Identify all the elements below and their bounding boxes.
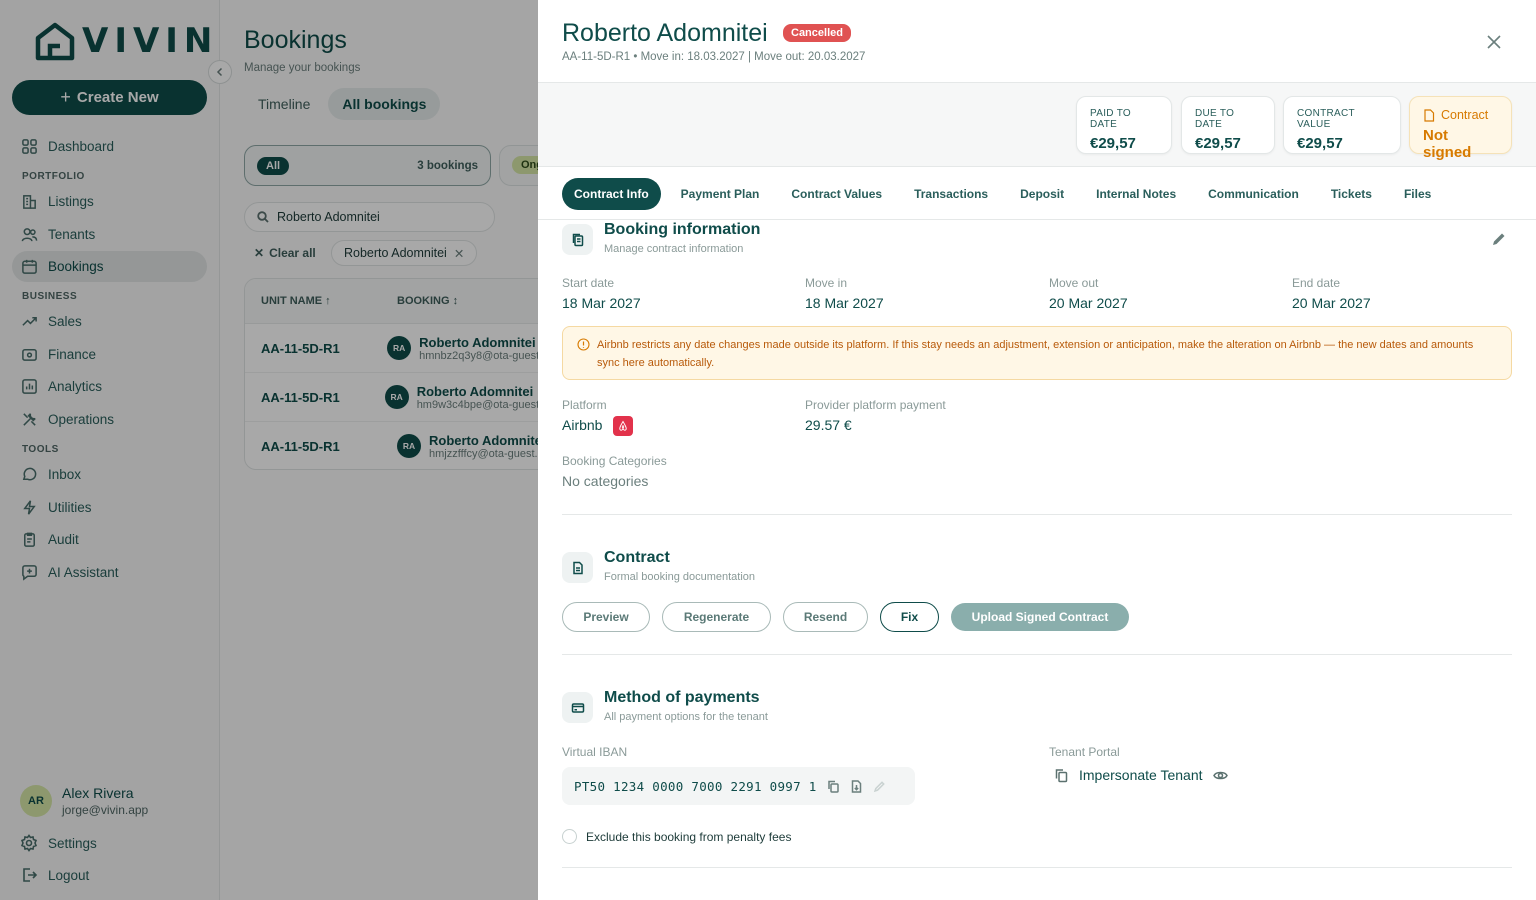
due-to-date-card: DUE TO DATE €29,57 [1181,96,1275,154]
copy-icon[interactable] [827,780,840,793]
document-icon [572,561,583,574]
platform-value: Airbnb [562,417,603,433]
platform-label: Platform [562,398,607,412]
tab-tickets[interactable]: Tickets [1319,178,1384,210]
payments-subtitle: All payment options for the tenant [604,711,768,723]
impersonate-tenant-link[interactable]: Impersonate Tenant [1054,767,1228,783]
move-in-label: Move in [805,276,848,290]
drawer-header: Roberto Adomnitei Cancelled AA-11-5D-R1 … [538,0,1536,83]
modal-backdrop[interactable] [0,0,538,900]
eye-icon [1212,771,1228,779]
drawer-title: Roberto Adomnitei [562,19,768,47]
contract-value: €29,57 [1297,135,1343,152]
copy-document-icon [572,233,583,246]
airbnb-notice: Airbnb restricts any date changes made o… [562,326,1512,380]
exclude-penalty-label: Exclude this booking from penalty fees [586,829,792,844]
iban-label: Virtual IBAN [562,745,628,759]
contract-value-label: CONTRACT VALUE [1297,108,1355,130]
payments-section-icon [562,692,593,723]
tab-contract-info[interactable]: Contract Info [562,178,661,210]
paid-value: €29,57 [1090,135,1136,152]
booking-info-icon [562,224,593,255]
tab-payment-plan[interactable]: Payment Plan [669,178,772,210]
preview-button[interactable]: Preview [562,602,650,632]
move-out-value: 20 Mar 2027 [1049,295,1128,311]
iban-field: PT50 1234 0000 7000 2291 0997 1 [562,767,915,805]
tab-transactions[interactable]: Transactions [902,178,1000,210]
info-icon [577,338,590,351]
tenant-portal-label: Tenant Portal [1049,745,1120,759]
airbnb-icon [613,416,633,436]
drawer-tabs: Contract Info Payment Plan Contract Valu… [562,178,1451,210]
copy-icon [1055,768,1068,782]
categories-value: No categories [562,473,649,489]
pencil-icon[interactable] [873,780,886,793]
tabs-divider [538,219,1536,220]
tab-internal-notes[interactable]: Internal Notes [1084,178,1188,210]
tab-deposit[interactable]: Deposit [1008,178,1076,210]
move-out-label: Move out [1049,276,1099,290]
pencil-icon[interactable] [1491,231,1507,247]
close-icon[interactable] [1484,32,1504,52]
upload-signed-contract-button[interactable]: Upload Signed Contract [951,603,1129,631]
credit-card-icon [571,702,584,713]
regenerate-button[interactable]: Regenerate [662,602,771,632]
booking-info-title: Booking information [604,221,761,238]
contract-label: Contract [1441,108,1489,122]
fix-button[interactable]: Fix [880,602,939,632]
categories-label: Booking Categories [562,454,667,468]
tab-files[interactable]: Files [1392,178,1443,210]
divider [562,514,1512,515]
exclude-penalty-checkbox[interactable]: Exclude this booking from penalty fees [562,829,791,844]
exclude-penalty-toggle[interactable] [562,829,577,844]
provider-payment-value: 29.57 € [805,417,852,433]
provider-payment-label: Provider platform payment [805,398,946,412]
divider [562,867,1512,868]
due-value: €29,57 [1195,135,1241,152]
booking-info-subtitle: Manage contract information [604,243,744,255]
document-icon [1424,108,1435,122]
payments-title: Method of payments [604,689,760,706]
resend-button[interactable]: Resend [783,602,868,632]
end-date-label: End date [1292,276,1341,290]
drawer-subtitle: AA-11-5D-R1 • Move in: 18.03.2027 | Move… [562,51,866,63]
tab-contract-values[interactable]: Contract Values [779,178,894,210]
contract-section-icon [562,552,593,583]
end-date-value: 20 Mar 2027 [1292,295,1371,311]
impersonate-label: Impersonate Tenant [1079,767,1203,783]
status-badge: Cancelled [783,24,851,42]
paid-to-date-card: PAID TO DATE €29,57 [1076,96,1172,154]
start-date-value: 18 Mar 2027 [562,295,641,311]
due-label: DUE TO DATE [1195,108,1235,130]
booking-detail-drawer: Roberto Adomnitei Cancelled AA-11-5D-R1 … [538,0,1536,900]
contract-status-label: Contract [1423,108,1498,122]
contract-value-card: CONTRACT VALUE €29,57 [1283,96,1401,154]
contract-status-card[interactable]: Contract Not signed [1409,96,1512,161]
contract-status: Not signed [1423,127,1472,161]
notice-text: Airbnb restricts any date changes made o… [597,339,1474,369]
download-document-icon[interactable] [850,779,863,793]
divider [562,654,1512,655]
contract-subtitle: Formal booking documentation [604,571,756,583]
start-date-label: Start date [562,276,615,290]
paid-label: PAID TO DATE [1090,108,1132,130]
contract-title: Contract [604,549,670,566]
tab-communication[interactable]: Communication [1196,178,1311,210]
summary-band: PAID TO DATE €29,57 DUE TO DATE €29,57 C… [538,83,1536,167]
move-in-value: 18 Mar 2027 [805,295,884,311]
iban-value: PT50 1234 0000 7000 2291 0997 1 [574,778,817,794]
